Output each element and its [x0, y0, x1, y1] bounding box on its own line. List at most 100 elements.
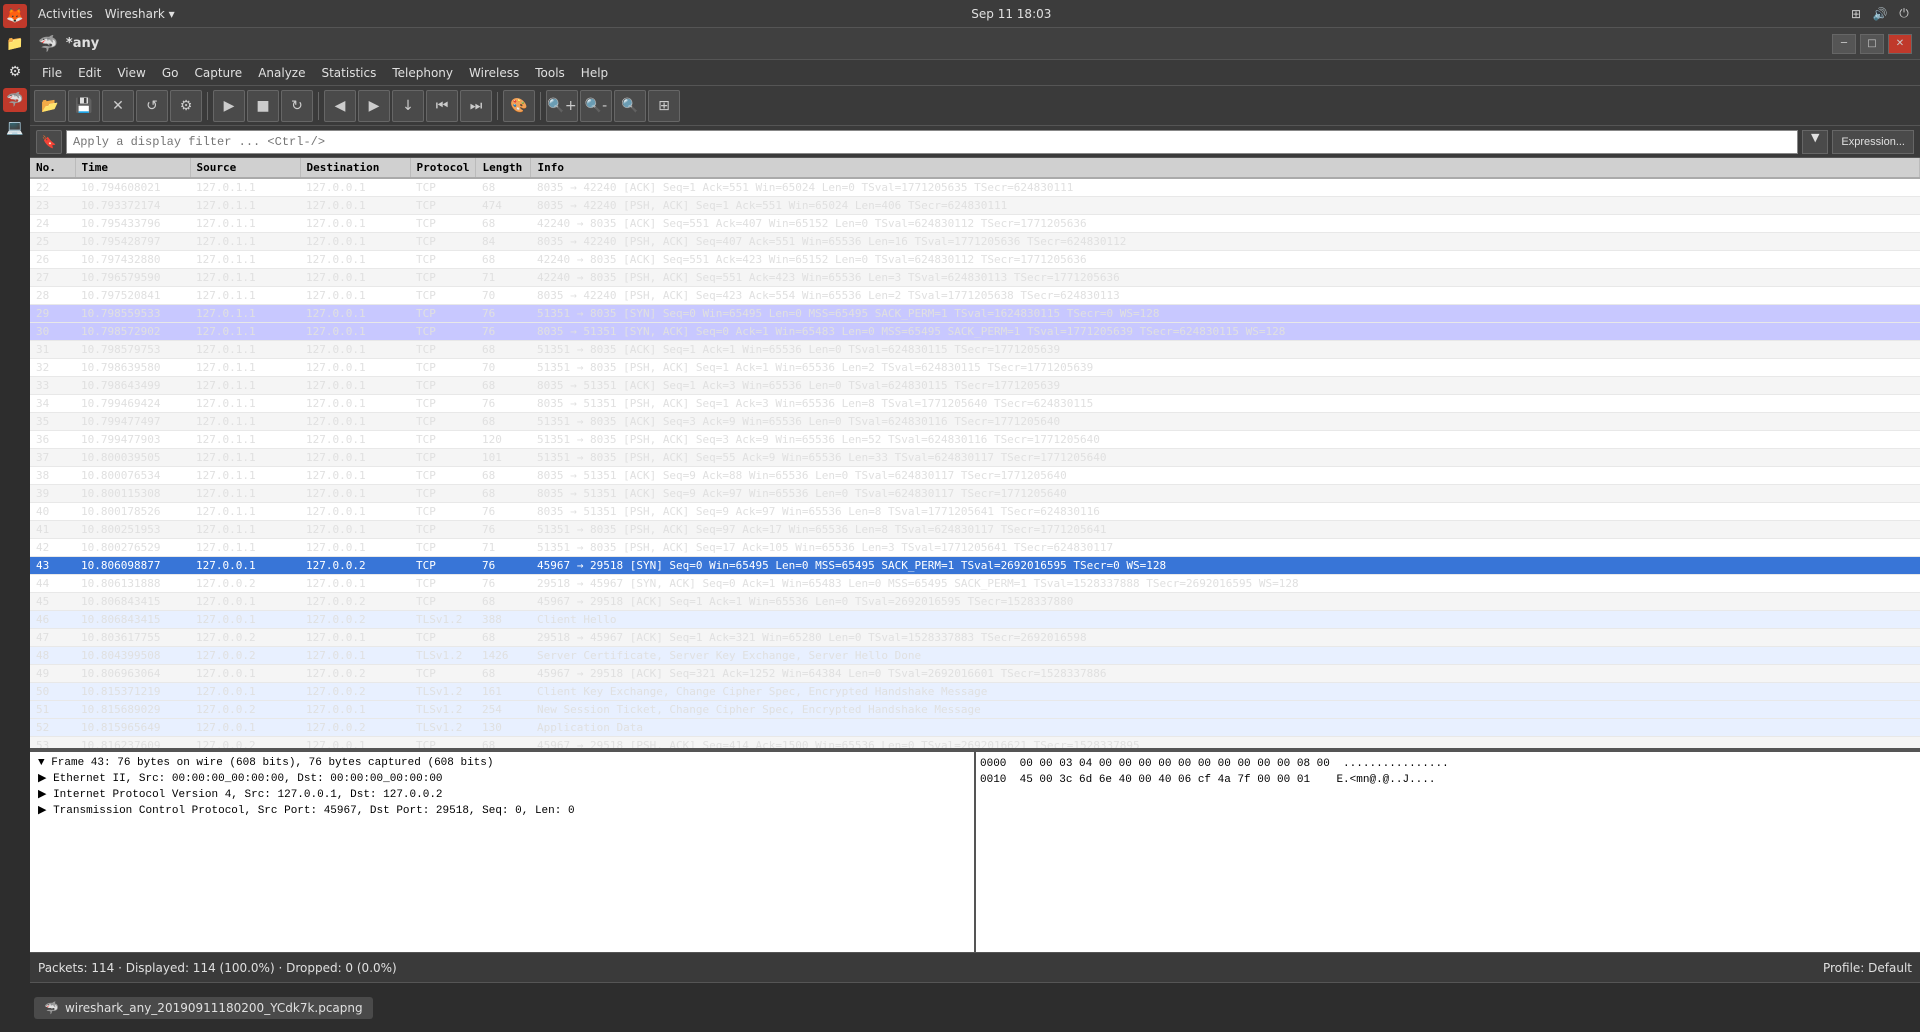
table-row[interactable]: 3710.800039505127.0.1.1127.0.0.1TCP10151… [30, 449, 1920, 467]
menu-statistics[interactable]: Statistics [313, 63, 384, 83]
table-row[interactable]: 5110.815689029127.0.0.2127.0.0.1TLSv1.22… [30, 701, 1920, 719]
col-header-destination[interactable]: Destination [300, 158, 410, 178]
menu-telephony[interactable]: Telephony [384, 63, 461, 83]
table-row[interactable]: 2210.794608021127.0.1.1127.0.0.1TCP68803… [30, 178, 1920, 197]
menu-help[interactable]: Help [573, 63, 616, 83]
restart-button[interactable]: ↻ [281, 90, 313, 122]
cell-src: 127.0.1.1 [190, 431, 300, 449]
sidebar-icon-settings[interactable]: ⚙ [3, 60, 27, 84]
minimize-button[interactable]: ─ [1832, 34, 1856, 54]
cell-dst: 127.0.0.1 [300, 197, 410, 215]
menu-wireless[interactable]: Wireless [461, 63, 527, 83]
start-capture-button[interactable]: ▶ [213, 90, 245, 122]
table-row[interactable]: 2410.795433796127.0.1.1127.0.0.1TCP68422… [30, 215, 1920, 233]
sidebar-icon-terminal[interactable]: 💻 [3, 116, 27, 140]
col-header-protocol[interactable]: Protocol [410, 158, 476, 178]
go-back-button[interactable]: ◀ [324, 90, 356, 122]
cell-len: 76 [476, 503, 531, 521]
sidebar-icon-firefox[interactable]: 🦊 [3, 4, 27, 28]
table-row[interactable]: 3410.799469424127.0.1.1127.0.0.1TCP76803… [30, 395, 1920, 413]
detail-tcp[interactable]: Transmission Control Protocol, Src Port:… [34, 802, 970, 818]
taskbar-app-item[interactable]: 🦈 wireshark_any_20190911180200_YCdk7k.pc… [34, 997, 373, 1019]
reload-button[interactable]: ↺ [136, 90, 168, 122]
expression-button[interactable]: Expression... [1832, 130, 1914, 154]
maximize-button[interactable]: □ [1860, 34, 1884, 54]
col-header-length[interactable]: Length [476, 158, 531, 178]
detail-ethernet[interactable]: Ethernet II, Src: 00:00:00_00:00:00, Dst… [34, 770, 970, 786]
table-row[interactable]: 4610.806843415127.0.0.1127.0.0.2TLSv1.23… [30, 611, 1920, 629]
zoom-reset-button[interactable]: 🔍 [614, 90, 646, 122]
table-row[interactable]: 3610.799477903127.0.1.1127.0.0.1TCP12051… [30, 431, 1920, 449]
col-header-source[interactable]: Source [190, 158, 300, 178]
menu-analyze[interactable]: Analyze [250, 63, 313, 83]
table-row[interactable]: 2810.797520841127.0.1.1127.0.0.1TCP70803… [30, 287, 1920, 305]
packet-list[interactable]: No. Time Source Destination Protocol Len… [30, 158, 1920, 748]
cell-dst: 127.0.0.2 [300, 665, 410, 683]
power-icon[interactable]: ⏻ [1896, 6, 1912, 22]
detail-ip[interactable]: Internet Protocol Version 4, Src: 127.0.… [34, 786, 970, 802]
volume-icon[interactable]: 🔊 [1872, 6, 1888, 22]
cell-time: 10.798559533 [75, 305, 190, 323]
table-row[interactable]: 4410.806131888127.0.0.2127.0.0.1TCP76295… [30, 575, 1920, 593]
col-header-time[interactable]: Time [75, 158, 190, 178]
table-row[interactable]: 4310.806098877127.0.0.1127.0.0.2TCP76459… [30, 557, 1920, 575]
table-row[interactable]: 4710.803617755127.0.0.2127.0.0.1TCP68295… [30, 629, 1920, 647]
table-row[interactable]: 4510.806843415127.0.0.1127.0.0.2TCP68459… [30, 593, 1920, 611]
menu-file[interactable]: File [34, 63, 70, 83]
table-row[interactable]: 4810.804399508127.0.0.2127.0.0.1TLSv1.21… [30, 647, 1920, 665]
table-row[interactable]: 2310.793372174127.0.1.1127.0.0.1TCP47480… [30, 197, 1920, 215]
close-capture-button[interactable]: ✕ [102, 90, 134, 122]
table-row[interactable]: 2610.797432880127.0.1.1127.0.0.1TCP68422… [30, 251, 1920, 269]
table-row[interactable]: 3910.800115308127.0.1.1127.0.0.1TCP68803… [30, 485, 1920, 503]
menu-tools[interactable]: Tools [527, 63, 573, 83]
table-row[interactable]: 2510.795428797127.0.1.1127.0.0.1TCP84803… [30, 233, 1920, 251]
table-row[interactable]: 3310.798643499127.0.1.1127.0.0.1TCP68803… [30, 377, 1920, 395]
table-row[interactable]: 4110.800251953127.0.1.1127.0.0.1TCP76513… [30, 521, 1920, 539]
table-row[interactable]: 2910.798559533127.0.1.1127.0.0.1TCP76513… [30, 305, 1920, 323]
packet-detail-pane[interactable]: Frame 43: 76 bytes on wire (608 bits), 7… [30, 752, 976, 952]
go-first-button[interactable]: ⏮ [426, 90, 458, 122]
zoom-out-button[interactable]: 🔍- [580, 90, 612, 122]
close-button[interactable]: ✕ [1888, 34, 1912, 54]
packet-bytes-pane: 0000 00 00 03 04 00 00 00 00 00 00 00 00… [976, 752, 1920, 952]
go-forward-button[interactable]: ▶ [358, 90, 390, 122]
display-filter-input[interactable] [66, 130, 1798, 154]
wireshark-label[interactable]: Wireshark ▾ [105, 7, 175, 21]
menu-edit[interactable]: Edit [70, 63, 109, 83]
col-header-no[interactable]: No. [30, 158, 75, 178]
table-row[interactable]: 4910.806963064127.0.0.1127.0.0.2TCP68459… [30, 665, 1920, 683]
bookmark-icon[interactable]: 🔖 [36, 130, 62, 154]
table-row[interactable]: 3510.799477497127.0.1.1127.0.0.1TCP68513… [30, 413, 1920, 431]
open-button[interactable]: 📂 [34, 90, 66, 122]
colorize-button[interactable]: 🎨 [503, 90, 535, 122]
table-row[interactable]: 3210.798639580127.0.1.1127.0.0.1TCP70513… [30, 359, 1920, 377]
table-row[interactable]: 3110.798579753127.0.1.1127.0.0.1TCP68513… [30, 341, 1920, 359]
activities-label[interactable]: Activities [38, 7, 93, 21]
detail-frame[interactable]: Frame 43: 76 bytes on wire (608 bits), 7… [34, 756, 970, 770]
capture-options-button[interactable]: ⚙ [170, 90, 202, 122]
cell-time: 10.815689029 [75, 701, 190, 719]
filter-arrow-btn[interactable]: ▼ [1802, 130, 1828, 154]
table-row[interactable]: 3010.798572902127.0.1.1127.0.0.1TCP76803… [30, 323, 1920, 341]
sidebar-icon-wireshark[interactable]: 🦈 [3, 88, 27, 112]
stop-capture-button[interactable]: ■ [247, 90, 279, 122]
sidebar-icon-files[interactable]: 📁 [3, 32, 27, 56]
table-row[interactable]: 4210.800276529127.0.1.1127.0.0.1TCP71513… [30, 539, 1920, 557]
save-button[interactable]: 💾 [68, 90, 100, 122]
menu-go[interactable]: Go [154, 63, 187, 83]
table-row[interactable]: 4010.800178526127.0.1.1127.0.0.1TCP76803… [30, 503, 1920, 521]
menu-view[interactable]: View [109, 63, 153, 83]
go-last-button[interactable]: ⏭ [460, 90, 492, 122]
col-header-info[interactable]: Info [531, 158, 1920, 178]
table-row[interactable]: 3810.800076534127.0.1.1127.0.0.1TCP68803… [30, 467, 1920, 485]
zoom-in-button[interactable]: 🔍+ [546, 90, 578, 122]
table-row[interactable]: 5310.816237609127.0.0.2127.0.0.1TCP68459… [30, 737, 1920, 749]
table-row[interactable]: 5010.815371219127.0.0.1127.0.0.2TLSv1.21… [30, 683, 1920, 701]
zoom-fit-button[interactable]: ⊞ [648, 90, 680, 122]
menu-capture[interactable]: Capture [186, 63, 250, 83]
table-row[interactable]: 5210.815965649127.0.0.1127.0.0.2TLSv1.21… [30, 719, 1920, 737]
network-icon[interactable]: ⊞ [1848, 6, 1864, 22]
cell-proto: TCP [410, 215, 476, 233]
table-row[interactable]: 2710.796579590127.0.1.1127.0.0.1TCP71422… [30, 269, 1920, 287]
go-to-button[interactable]: ↓ [392, 90, 424, 122]
